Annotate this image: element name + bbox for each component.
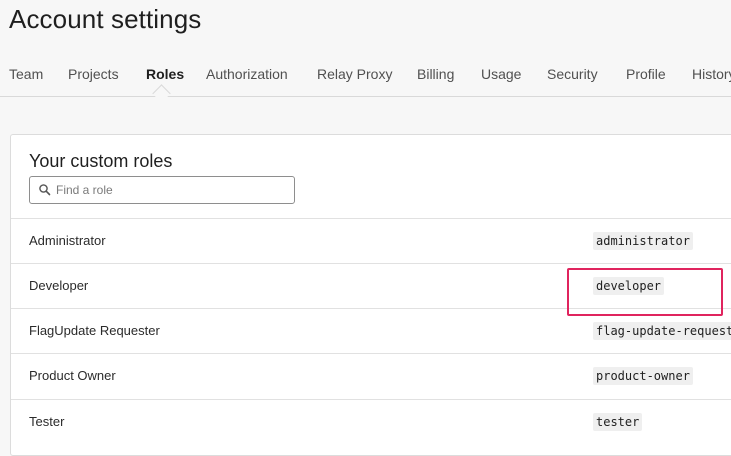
tab-relay-proxy[interactable]: Relay Proxy [317,66,392,82]
role-row[interactable]: Tester tester [11,399,731,445]
role-key: product-owner [593,367,693,385]
settings-tabs: Team Projects Roles Authorization Relay … [0,56,731,97]
role-name: Developer [29,278,89,293]
tab-profile[interactable]: Profile [626,66,666,82]
tab-security[interactable]: Security [547,66,598,82]
tab-billing[interactable]: Billing [417,66,454,82]
tab-authorization[interactable]: Authorization [206,66,288,82]
page-title: Account settings [9,4,202,34]
tab-usage[interactable]: Usage [481,66,521,82]
role-row[interactable]: Product Owner product-owner [11,353,731,399]
role-row[interactable]: Administrator administrator [11,218,731,264]
role-key: developer [593,277,665,295]
role-name: FlagUpdate Requester [29,323,160,338]
role-key: flag-update-requester [593,322,731,340]
role-key: tester [593,413,643,431]
role-name: Product Owner [29,368,116,383]
role-name: Administrator [29,233,106,248]
tab-projects[interactable]: Projects [68,66,119,82]
tab-team[interactable]: Team [9,66,43,82]
role-name: Tester [29,414,65,429]
role-row[interactable]: FlagUpdate Requester flag-update-request… [11,308,731,354]
tab-history[interactable]: History [692,66,731,82]
custom-roles-card: Your custom roles Administrator administ… [10,134,731,456]
custom-roles-title: Your custom roles [29,151,173,171]
search-icon [39,184,51,196]
role-search-box[interactable] [29,176,295,204]
role-row[interactable]: Developer developer [11,263,731,309]
tab-roles[interactable]: Roles [146,66,184,82]
role-key: administrator [593,232,693,250]
role-search-input[interactable] [56,180,286,200]
